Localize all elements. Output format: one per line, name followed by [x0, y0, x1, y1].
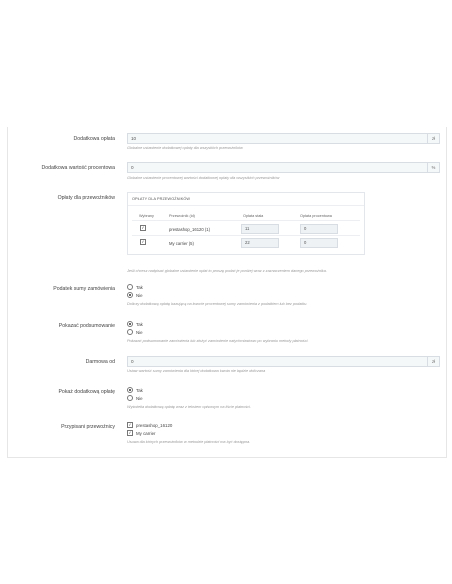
table-row-2-percent-fee-input[interactable]: 0 [300, 238, 338, 248]
radio-selected-icon [127, 387, 133, 394]
table-row-1-percent-fee-value: 0 [304, 226, 307, 231]
show-fee-option-yes[interactable]: Tak [127, 387, 143, 394]
show-summary-option-no-label: Nie [136, 330, 143, 335]
payment-fee-settings-panel: Dodatkowa opłata 10 zł Globalne ustawien… [7, 127, 447, 458]
carrier-fees-panel: OPŁATY DLA PRZEWOŹNIKÓW Wybrany Przewoźn… [127, 192, 365, 255]
row-divider [132, 235, 360, 236]
table-row-2-checkbox[interactable]: ✓ [140, 238, 149, 245]
table-row-1-fixed-fee-input[interactable]: 11 [241, 224, 279, 234]
assigned-carriers-label: Przypisani przewoźnicy [61, 424, 115, 430]
panel-divider [128, 205, 364, 206]
order-tax-option-no-label: Nie [136, 293, 143, 298]
show-summary-label: Pokazać podsumowanie [58, 323, 115, 329]
assigned-carrier-option-1-label: prestashop_16120 [136, 423, 173, 428]
additional-percent-value: 0 [131, 165, 134, 170]
col-header-selected: Wybrany [139, 214, 154, 218]
table-row-1-fixed-fee-value: 11 [245, 226, 250, 231]
show-fee-option-no-label: Nie [136, 396, 143, 401]
col-header-fixed-fee: Opłata stała [243, 214, 264, 218]
checkbox-checked-icon: ✓ [140, 224, 146, 231]
header-divider [132, 220, 360, 221]
show-fee-help: Wyświetla dodatkową opłatę wraz z tekste… [127, 405, 252, 409]
table-row-2-fixed-fee-input[interactable]: 22 [241, 238, 279, 248]
percent-addon: % [427, 163, 439, 172]
additional-percent-label: Dodatkowa wartość procentowa [41, 165, 115, 171]
table-row-2-carrier: My carrier (5) [169, 241, 194, 246]
show-summary-option-yes-label: Tak [136, 322, 143, 327]
additional-percent-help: Globalne ustawienie procentowej wartości… [127, 176, 280, 180]
carrier-fees-help: Jeśli chcesz nadpisać globalne ustawieni… [127, 269, 327, 273]
show-fee-label: Pokaż dodatkową opłatę [58, 389, 115, 395]
carrier-fees-panel-title: OPŁATY DLA PRZEWOŹNIKÓW [132, 197, 191, 201]
order-tax-option-yes[interactable]: Tak [127, 284, 143, 291]
checkbox-checked-icon: ✓ [127, 422, 133, 429]
assigned-carrier-option-2-label: My carrier [136, 431, 156, 436]
table-row-2-percent-fee-value: 0 [304, 240, 307, 245]
currency-addon: zł [427, 357, 439, 366]
order-tax-option-yes-label: Tak [136, 285, 143, 290]
radio-icon [127, 329, 133, 336]
additional-fee-value: 10 [131, 136, 137, 141]
radio-icon [127, 284, 133, 291]
assigned-carriers-help: Usuwa dla których przewoźników w metodzi… [127, 440, 251, 444]
additional-fee-help: Globalne ustawienie dodatkowej opłaty dl… [127, 146, 243, 150]
checkbox-checked-icon: ✓ [140, 238, 146, 245]
order-tax-option-no[interactable]: Nie [127, 292, 143, 299]
table-row-1-checkbox[interactable]: ✓ [140, 224, 149, 231]
additional-fee-label: Dodatkowa opłata [73, 136, 115, 142]
order-tax-label: Podatek sumy zamówienia [53, 286, 115, 292]
free-from-value: 0 [131, 359, 134, 364]
assigned-carrier-option-2[interactable]: ✓ My carrier [127, 430, 156, 437]
assigned-carrier-option-1[interactable]: ✓ prestashop_16120 [127, 422, 172, 429]
additional-fee-input[interactable]: 10 zł [127, 133, 440, 144]
additional-percent-input[interactable]: 0 % [127, 162, 440, 173]
checkbox-checked-icon: ✓ [127, 430, 133, 437]
free-from-input[interactable]: 0 zł [127, 356, 440, 367]
free-from-label: Darmowa od [85, 359, 115, 365]
col-header-percent-fee: Opłata procentowa [300, 214, 332, 218]
table-row-1-percent-fee-input[interactable]: 0 [300, 224, 338, 234]
col-header-carrier: Przewoźnik (id) [169, 214, 195, 218]
show-fee-option-yes-label: Tak [136, 388, 143, 393]
table-row-2-fixed-fee-value: 22 [245, 240, 250, 245]
show-summary-option-yes[interactable]: Tak [127, 321, 143, 328]
currency-addon: zł [427, 134, 439, 143]
carrier-fees-label: Opłaty dla przewoźników [57, 195, 115, 201]
free-from-help: Ustaw wartość sumy zamówienia dla której… [127, 369, 266, 373]
show-summary-help: Pokazać podsumowanie zamówienia lub złoż… [127, 339, 309, 343]
show-summary-option-no[interactable]: Nie [127, 329, 143, 336]
radio-icon [127, 395, 133, 402]
show-fee-option-no[interactable]: Nie [127, 395, 143, 402]
order-tax-help: Doliczy dodatkową opłatę bazującą na kwo… [127, 302, 308, 306]
radio-selected-icon [127, 292, 133, 299]
radio-selected-icon [127, 321, 133, 328]
table-row-1-carrier: prestashop_16120 (1) [169, 227, 210, 232]
